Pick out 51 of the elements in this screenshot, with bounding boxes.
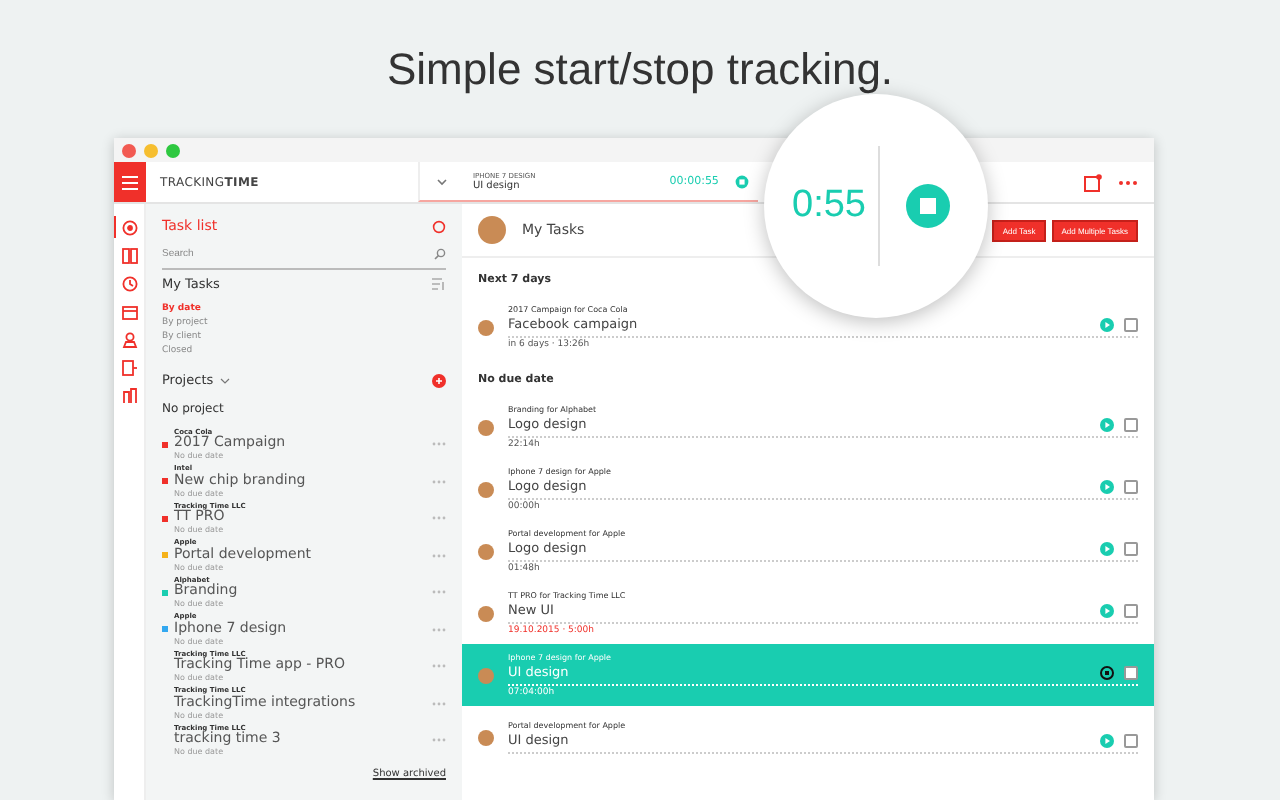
task-checkbox[interactable] (1124, 317, 1138, 332)
avatar (478, 543, 494, 560)
avatar (478, 605, 494, 622)
task-checkbox[interactable] (1124, 733, 1138, 748)
avatar (478, 481, 494, 498)
menu-button[interactable] (114, 162, 146, 203)
more-icon[interactable] (432, 479, 446, 484)
refresh-icon[interactable] (432, 219, 446, 234)
more-icon[interactable] (432, 516, 446, 521)
more-icon[interactable] (432, 442, 446, 447)
avatar (478, 419, 494, 436)
add-project-icon[interactable] (432, 373, 446, 388)
more-icon[interactable] (432, 738, 446, 743)
history-icon (122, 275, 138, 292)
board-icon (122, 247, 138, 264)
task-checkbox[interactable] (1124, 665, 1138, 680)
calendar-icon[interactable] (1084, 173, 1102, 192)
close-icon[interactable] (122, 143, 136, 158)
play-icon[interactable] (1100, 603, 1114, 618)
caret-icon[interactable] (219, 377, 230, 384)
task-checkbox[interactable] (1124, 417, 1138, 432)
calendar-icon (122, 303, 138, 320)
page-heading: Simple start/stop tracking. (386, 44, 894, 98)
avatar (478, 216, 506, 245)
menu-icon (122, 175, 138, 190)
more-icon[interactable] (432, 590, 446, 595)
avatar (478, 667, 494, 684)
caret-icon[interactable] (436, 177, 449, 186)
maximize-icon[interactable] (166, 143, 180, 158)
task-checkbox[interactable] (1124, 603, 1138, 618)
play-icon[interactable] (1100, 733, 1114, 748)
avatar (478, 729, 494, 746)
search-icon (434, 248, 446, 261)
minimize-icon[interactable] (144, 143, 158, 158)
clock-icon (122, 219, 138, 236)
filter-icon[interactable] (432, 278, 446, 291)
more-icon[interactable] (432, 627, 446, 632)
avatar (478, 319, 494, 336)
play-icon[interactable] (1100, 417, 1114, 432)
more-icon[interactable] (432, 664, 446, 669)
play-icon[interactable] (1100, 479, 1114, 494)
more-icon[interactable] (432, 553, 446, 558)
timer-elapsed: 0:55 (792, 184, 866, 229)
stop-icon[interactable] (1100, 665, 1114, 680)
person-icon (122, 331, 138, 348)
play-icon[interactable] (1100, 541, 1114, 556)
task-checkbox[interactable] (1124, 541, 1138, 556)
more-icon[interactable] (1118, 179, 1138, 186)
play-icon[interactable] (1100, 317, 1114, 332)
task-checkbox[interactable] (1124, 479, 1138, 494)
more-icon[interactable] (432, 701, 446, 706)
